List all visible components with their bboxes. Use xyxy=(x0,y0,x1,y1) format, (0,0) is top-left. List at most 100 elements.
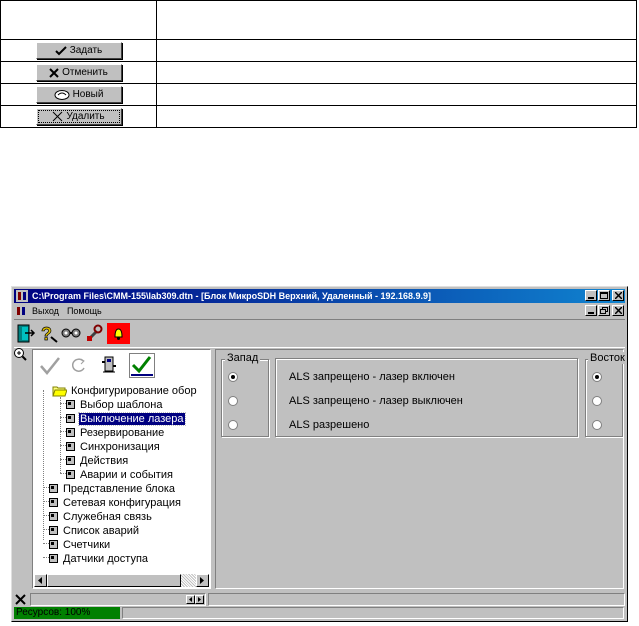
east-radio-1[interactable] xyxy=(592,396,602,406)
title-bar[interactable]: C:\Program Files\CMM-155\lab309.dtn - [Б… xyxy=(14,289,625,303)
tree-item-sync[interactable]: Синхронизация xyxy=(66,440,161,453)
minimize-icon xyxy=(588,296,594,299)
prev-message-button[interactable] xyxy=(186,595,195,604)
page-icon xyxy=(66,400,75,409)
settings-pane: Запад ALS запрещено - лазер включен ALS … xyxy=(215,349,627,589)
tree-item-counters[interactable]: Счетчики xyxy=(49,538,111,551)
tools-button[interactable] xyxy=(84,323,105,344)
alarm-button[interactable] xyxy=(107,323,130,344)
page-icon xyxy=(66,442,75,451)
restore-icon xyxy=(600,307,608,314)
tree-hscrollbar[interactable] xyxy=(34,574,209,587)
scroll-right-button[interactable] xyxy=(196,574,209,587)
resources-indicator: Ресурсов: 100% xyxy=(14,607,120,619)
tree-item-label: Резервирование xyxy=(80,426,165,439)
document-icon[interactable] xyxy=(15,305,27,319)
maximize-icon xyxy=(600,292,608,299)
apply-disabled-icon[interactable] xyxy=(39,356,61,379)
svg-text:?: ? xyxy=(41,324,52,344)
menu-help[interactable]: Помощь xyxy=(63,306,106,316)
check-icon xyxy=(54,45,67,56)
tree-item-access-sensors[interactable]: Датчики доступа xyxy=(49,552,149,565)
page-icon xyxy=(66,456,75,465)
table-row: Удалить xyxy=(0,105,637,128)
tree-item-network-config[interactable]: Сетевая конфигурация xyxy=(49,496,182,509)
option-als-off-laser-off: ALS запрещено - лазер выключен xyxy=(289,395,463,407)
close-pane-button[interactable] xyxy=(15,594,26,608)
tree-item-label: Служебная связь xyxy=(63,510,152,523)
option-als-on: ALS разрешено xyxy=(289,419,370,431)
message-area xyxy=(208,593,625,606)
new-button-label: Новый xyxy=(72,89,104,100)
mdi-restore-button[interactable] xyxy=(598,305,610,316)
mdi-close-button[interactable] xyxy=(612,305,624,316)
wrench-icon xyxy=(87,324,103,341)
west-radio-1[interactable] xyxy=(228,396,238,406)
set-button[interactable]: Задать xyxy=(35,42,122,59)
arrow-left-icon xyxy=(38,577,42,584)
help-icon: ? xyxy=(41,324,58,344)
arrow-right-icon xyxy=(197,597,201,602)
mdi-minimize-button[interactable] xyxy=(585,305,597,316)
tree-item-label: Действия xyxy=(80,454,129,467)
tree-item-label: Конфигурирование обор xyxy=(71,384,197,397)
west-group-label: Запад xyxy=(225,352,261,364)
tree-item-alarm-list[interactable]: Список аварий xyxy=(49,524,140,537)
status-field xyxy=(122,607,624,619)
tree-item-label: Аварии и события xyxy=(80,468,173,481)
close-icon xyxy=(614,307,622,314)
network-icon xyxy=(61,328,81,338)
tree-item-laser-off[interactable]: Выключение лазера xyxy=(66,411,186,426)
window-title: C:\Program Files\CMM-155\lab309.dtn - [Б… xyxy=(32,291,432,301)
east-radio-2[interactable] xyxy=(592,420,602,430)
close-button[interactable] xyxy=(612,290,624,301)
tree-item-actions[interactable]: Действия xyxy=(66,454,129,467)
confirm-icon[interactable] xyxy=(129,353,155,378)
exit-door-button[interactable] xyxy=(15,323,36,344)
east-radio-0[interactable] xyxy=(592,372,602,382)
west-radio-0[interactable] xyxy=(228,372,238,382)
table-row: Новый xyxy=(0,83,637,106)
tree-item-configuration[interactable]: Конфигурирование обор xyxy=(52,384,198,397)
menu-exit[interactable]: Выход xyxy=(28,306,63,316)
east-group xyxy=(585,359,623,437)
tree-item-template[interactable]: Выбор шаблона xyxy=(66,398,163,411)
device-icon[interactable] xyxy=(101,355,119,378)
toolbar: ? xyxy=(14,319,625,348)
tree-item-block-view[interactable]: Представление блока xyxy=(49,482,176,495)
scroll-thumb[interactable] xyxy=(47,574,181,587)
message-field xyxy=(30,593,206,606)
arrow-left-icon xyxy=(188,597,192,602)
table-header-row xyxy=(0,0,637,40)
tree-item-label: Представление блока xyxy=(63,482,176,495)
next-message-button[interactable] xyxy=(195,595,204,604)
menu-bar: Выход Помощь xyxy=(14,304,625,318)
folder-open-icon xyxy=(52,386,67,396)
zoom-button[interactable] xyxy=(13,347,27,364)
set-button-label: Задать xyxy=(69,45,103,56)
delete-button[interactable]: Удалить xyxy=(35,108,122,125)
east-group-label: Восток xyxy=(588,352,627,364)
cancel-button[interactable]: Отменить xyxy=(35,64,122,81)
minimize-button[interactable] xyxy=(585,290,597,301)
tree-item-label: Список аварий xyxy=(63,524,140,537)
tree-item-service-link[interactable]: Служебная связь xyxy=(49,510,153,523)
tree-item-alarms-events[interactable]: Аварии и события xyxy=(66,468,174,481)
app-window: C:\Program Files\CMM-155\lab309.dtn - [Б… xyxy=(11,286,628,622)
app-icon xyxy=(16,290,28,304)
page-icon xyxy=(49,512,58,521)
connection-button[interactable] xyxy=(61,323,82,344)
refresh-disabled-icon[interactable] xyxy=(71,357,87,378)
new-button[interactable]: Новый xyxy=(35,86,122,103)
navigation-tree[interactable]: Конфигурирование обор Выбор шаблона Выкл… xyxy=(32,349,211,589)
west-radio-2[interactable] xyxy=(228,420,238,430)
help-button[interactable]: ? xyxy=(38,323,59,344)
table-row: Отменить xyxy=(0,61,637,84)
tree-item-label: Сетевая конфигурация xyxy=(63,496,181,509)
page-icon xyxy=(49,484,58,493)
tree-item-redundancy[interactable]: Резервирование xyxy=(66,426,165,439)
close-icon xyxy=(614,292,622,299)
close-icon xyxy=(15,594,26,605)
maximize-button[interactable] xyxy=(598,290,610,301)
option-als-off-laser-on: ALS запрещено - лазер включен xyxy=(289,371,455,383)
